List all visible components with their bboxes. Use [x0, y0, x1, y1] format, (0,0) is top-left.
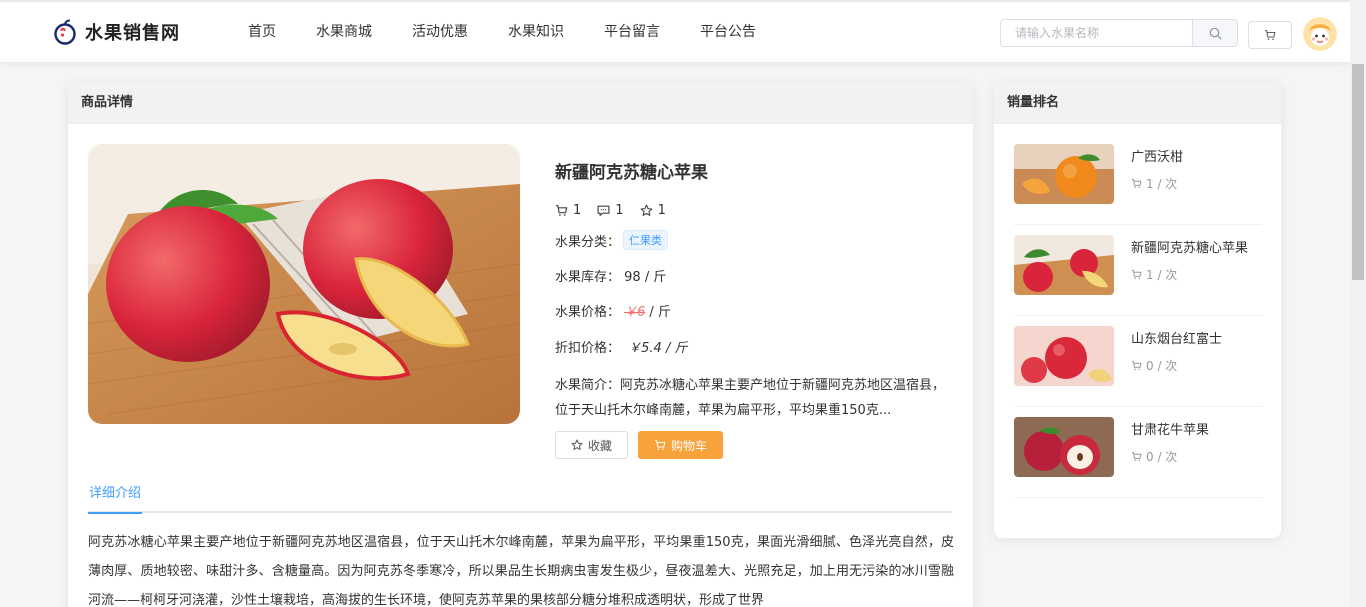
product-stats: 1 1 1 — [555, 203, 955, 218]
cart-icon — [1131, 178, 1142, 189]
nav-promotions[interactable]: 活动优惠 — [392, 2, 488, 62]
scrollbar-thumb[interactable] — [1352, 64, 1364, 280]
product-name: 新疆阿克苏糖心苹果 — [555, 163, 708, 183]
site-logo[interactable]: 水果销售网 — [52, 19, 180, 45]
product-description: 阿克苏冰糖心苹果主要产地位于新疆阿克苏地区温宿县，位于天山托木尔峰南麓，苹果为扁… — [88, 535, 954, 607]
detail-tabs: 详细介绍 — [88, 482, 952, 514]
intro-row: 水果简介：阿克苏冰糖心苹果主要产地位于新疆阿克苏地区温宿县，位于天山托木尔峰南麓… — [555, 373, 955, 423]
nav-home[interactable]: 首页 — [228, 2, 296, 62]
ranking-name: 广西沃柑 — [1131, 150, 1184, 165]
search-input[interactable] — [1001, 20, 1192, 46]
cart-icon — [1131, 269, 1142, 280]
comment-icon — [597, 205, 610, 216]
category-tag: 仁果类 — [623, 230, 669, 250]
cart-icon — [1131, 360, 1142, 371]
ranking-thumbnail — [1014, 144, 1114, 204]
ranking-count: 1 / 次 — [1131, 266, 1248, 283]
ranking-list: 广西沃柑 1 / 次 新疆阿克苏糖心苹果 1 / 次 山东烟台红富士 0 / 次… — [994, 124, 1281, 498]
cart-count: 1 — [573, 203, 582, 218]
ranking-count: 0 / 次 — [1131, 448, 1209, 465]
ranking-count-value: 1 / 次 — [1146, 268, 1178, 282]
ranking-count-value: 0 / 次 — [1146, 450, 1178, 464]
ranking-text: 新疆阿克苏糖心苹果 1 / 次 — [1131, 235, 1248, 315]
ranking-thumbnail — [1014, 417, 1114, 477]
ranking-count-value: 0 / 次 — [1146, 359, 1178, 373]
nav-messages[interactable]: 平台留言 — [584, 2, 680, 62]
discount-label: 折扣价格： — [555, 341, 621, 356]
star-icon — [640, 204, 653, 216]
discount-price: ￥5.4 / 斤 — [628, 341, 688, 356]
ranking-item[interactable]: 甘肃花牛苹果 0 / 次 — [1014, 407, 1262, 498]
user-avatar[interactable] — [1303, 17, 1337, 51]
cart-icon — [1131, 451, 1142, 462]
cart-button-label: 购物车 — [671, 438, 708, 453]
nav-announcements[interactable]: 平台公告 — [680, 2, 776, 62]
stock-value: 98 / 斤 — [624, 270, 667, 285]
ranking-title: 销量排名 — [994, 82, 1281, 124]
cart-icon — [556, 205, 568, 216]
ranking-name: 山东烟台红富士 — [1131, 332, 1223, 347]
search-button[interactable] — [1192, 20, 1237, 46]
add-to-cart-button[interactable]: 购物车 — [638, 431, 724, 459]
product-image — [88, 144, 520, 424]
category-row: 水果分类： 仁果类 — [555, 230, 955, 250]
search-bar — [1000, 19, 1238, 47]
favorite-count-stat: 1 — [640, 203, 666, 218]
intro-label: 水果简介： — [555, 378, 621, 393]
original-price: ￥6 — [624, 305, 646, 320]
header-cart-button[interactable] — [1248, 21, 1292, 49]
ranking-text: 山东烟台红富士 0 / 次 — [1131, 326, 1222, 406]
price-label: 水果价格： — [555, 305, 621, 320]
star-icon — [571, 439, 583, 450]
main-nav: 首页 水果商城 活动优惠 水果知识 平台留言 平台公告 — [228, 2, 776, 62]
ranking-item[interactable]: 新疆阿克苏糖心苹果 1 / 次 — [1014, 225, 1262, 316]
product-detail-panel: 商品详情 新疆阿克苏糖心苹果 1 1 1 水果分类： 仁果类 水果库存： 98 … — [68, 82, 973, 607]
ranking-count: 1 / 次 — [1131, 175, 1183, 192]
favorite-count: 1 — [657, 203, 666, 218]
favorite-button[interactable]: 收藏 — [555, 431, 629, 459]
favorite-button-label: 收藏 — [588, 438, 613, 453]
search-icon — [1209, 27, 1221, 39]
ranking-count-value: 1 / 次 — [1146, 177, 1178, 191]
ranking-text: 广西沃柑 1 / 次 — [1131, 144, 1183, 224]
ranking-name: 甘肃花牛苹果 — [1131, 423, 1210, 438]
ranking-thumbnail — [1014, 235, 1114, 295]
discount-row: 折扣价格： ￥5.4 / 斤 — [555, 337, 955, 356]
stock-row: 水果库存： 98 / 斤 — [555, 266, 955, 285]
site-name: 水果销售网 — [85, 23, 180, 44]
cart-count-stat: 1 — [555, 203, 581, 218]
fruit-logo-icon — [54, 19, 76, 45]
nav-fruit-mall[interactable]: 水果商城 — [296, 2, 392, 62]
product-info: 新疆阿克苏糖心苹果 1 1 1 水果分类： 仁果类 水果库存： 98 / 斤 水… — [555, 144, 955, 459]
ranking-count: 0 / 次 — [1131, 357, 1222, 374]
nav-fruit-knowledge[interactable]: 水果知识 — [488, 2, 584, 62]
action-buttons: 收藏 购物车 — [555, 431, 955, 459]
sales-ranking-panel: 销量排名 广西沃柑 1 / 次 新疆阿克苏糖心苹果 1 / 次 山东烟台红富士 … — [994, 82, 1281, 538]
top-header: 水果销售网 首页 水果商城 活动优惠 水果知识 平台留言 平台公告 — [0, 0, 1350, 62]
avatar-cartoon-icon — [1303, 17, 1337, 51]
panel-title: 商品详情 — [68, 82, 973, 124]
ranking-item[interactable]: 山东烟台红富士 0 / 次 — [1014, 316, 1262, 407]
stock-label: 水果库存： — [555, 270, 621, 285]
ranking-item[interactable]: 广西沃柑 1 / 次 — [1014, 134, 1262, 225]
category-label: 水果分类： — [555, 234, 621, 250]
cart-icon — [655, 439, 666, 450]
page-scrollbar[interactable] — [1350, 0, 1366, 607]
ranking-name: 新疆阿克苏糖心苹果 — [1131, 241, 1249, 256]
price-row: 水果价格： ￥6 / 斤 — [555, 301, 955, 320]
cart-icon — [1265, 29, 1276, 40]
price-unit: / 斤 — [645, 305, 671, 320]
comment-count: 1 — [615, 203, 624, 218]
ranking-thumbnail — [1014, 326, 1114, 386]
comment-count-stat: 1 — [597, 203, 624, 218]
tab-details[interactable]: 详细介绍 — [88, 483, 143, 514]
ranking-text: 甘肃花牛苹果 0 / 次 — [1131, 417, 1209, 497]
